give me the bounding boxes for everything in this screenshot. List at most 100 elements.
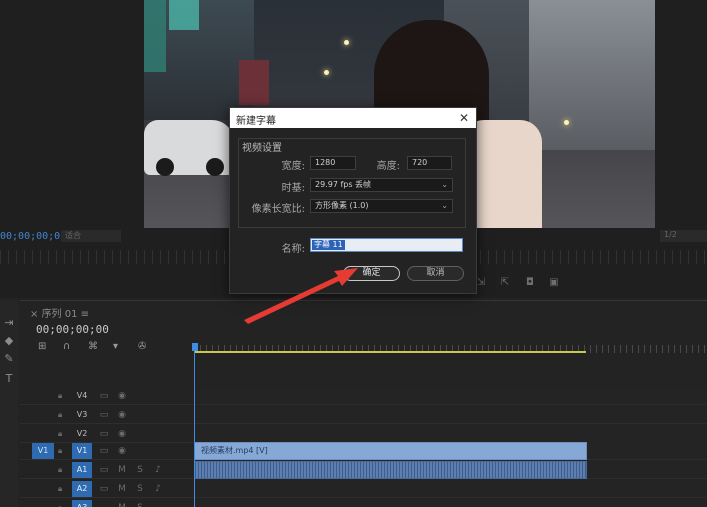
ripple-edit-icon[interactable]: ⇥ [2, 316, 16, 330]
close-icon[interactable]: × [30, 309, 42, 320]
title-name-input[interactable]: 字幕 11 [310, 238, 463, 252]
playhead[interactable] [194, 347, 195, 507]
audio-clip[interactable] [194, 461, 587, 479]
work-area-bar[interactable] [195, 351, 586, 353]
street-light [564, 120, 569, 125]
clip-label: 视频素材.mp4 [V] [201, 446, 268, 455]
track-target-v4[interactable]: V4 [72, 388, 92, 404]
track-target-a3[interactable]: A3 [72, 500, 92, 507]
green-sign [144, 0, 166, 72]
name-label: 名称: [281, 244, 305, 255]
monitor-timecode[interactable]: 00;00;00;00 [0, 231, 66, 242]
track-header-a3: 🔒︎ A3 M S [20, 499, 193, 507]
sync-lock-icon[interactable]: ▭ [98, 483, 110, 495]
sync-lock-icon[interactable]: ▭ [98, 464, 110, 476]
sync-lock-icon[interactable]: ▭ [98, 445, 110, 457]
red-storefront [239, 60, 269, 105]
dialog-title: 新建字幕 [236, 116, 276, 127]
track-header-v4: 🔒︎ V4 ▭ ◉ [20, 387, 193, 405]
wrench-icon[interactable]: ✇ [138, 341, 154, 352]
selected-text: 字幕 11 [312, 240, 345, 250]
track-header-v1: V1 🔒︎ V1 ▭ ◉ [20, 442, 193, 460]
source-patch-v1[interactable]: V1 [32, 443, 54, 459]
mic-icon[interactable]: ♪ [152, 483, 164, 495]
solo-icon[interactable]: S [134, 464, 146, 476]
solo-icon[interactable]: S [134, 502, 146, 507]
mic-icon[interactable]: ♪ [152, 464, 164, 476]
track-target-v2[interactable]: V2 [72, 426, 92, 442]
mute-icon[interactable]: M [116, 464, 128, 476]
street-light [344, 40, 349, 45]
overwrite-icon[interactable]: ⇱ [498, 277, 512, 289]
height-field[interactable]: 720 [407, 156, 452, 170]
track-target-a1[interactable]: A1 [72, 462, 92, 478]
eye-icon[interactable]: ◉ [116, 428, 128, 440]
cancel-button[interactable]: 取消 [407, 266, 464, 281]
pen-icon[interactable]: ✎ [2, 352, 16, 366]
track-target-a2[interactable]: A2 [72, 481, 92, 497]
type-tool-icon[interactable]: T [2, 372, 16, 386]
track-a3[interactable] [194, 499, 707, 507]
wheel [156, 158, 174, 176]
track-target-v1[interactable]: V1 [72, 443, 92, 459]
snap-icon[interactable]: ∩ [63, 341, 79, 352]
linked-selection-icon[interactable]: ⌘ [88, 341, 104, 352]
tools-panel: ⇥ ◆ ✎ T [0, 300, 18, 507]
track-header-v2: 🔒︎ V2 ▭ ◉ [20, 425, 193, 443]
mute-icon[interactable]: M [116, 483, 128, 495]
video-settings-heading: 视频设置 [240, 139, 284, 154]
button-editor-icon[interactable]: ▣ [547, 277, 561, 289]
track-v2[interactable] [194, 425, 707, 443]
eye-icon[interactable]: ◉ [116, 409, 128, 421]
lock-icon[interactable]: 🔒︎ [58, 390, 70, 402]
video-clip[interactable]: 视频素材.mp4 [V] [194, 442, 587, 460]
timebase-value: 29.97 fps 丢帧 [315, 180, 372, 189]
track-v4[interactable] [194, 387, 707, 405]
eye-icon[interactable]: ◉ [116, 445, 128, 457]
wheel [206, 158, 224, 176]
timebase-label: 时基: [281, 183, 305, 194]
dialog-titlebar: 新建字幕 ✕ [230, 108, 476, 128]
track-header-a1: 🔒︎ A1 ▭ M S ♪ [20, 461, 193, 479]
close-icon[interactable]: ✕ [457, 110, 471, 126]
playhead-handle[interactable] [192, 343, 198, 351]
solo-icon[interactable]: S [134, 483, 146, 495]
razor-icon[interactable]: ◆ [2, 334, 16, 348]
track-a2[interactable] [194, 480, 707, 498]
mute-icon[interactable]: M [116, 502, 128, 507]
lock-icon[interactable]: 🔒︎ [58, 502, 70, 507]
width-field[interactable]: 1280 [310, 156, 356, 170]
tab-sequence[interactable]: × 序列 01 ≡ [30, 305, 89, 320]
timebase-dropdown[interactable]: 29.97 fps 丢帧 ⌄ [310, 178, 453, 192]
resolution-dropdown[interactable]: 1/2 [660, 230, 707, 242]
street-light [324, 70, 329, 75]
track-v3[interactable] [194, 406, 707, 424]
pixel-aspect-dropdown[interactable]: 方形像素 (1.0) ⌄ [310, 199, 453, 213]
sync-lock-icon[interactable]: ▭ [98, 409, 110, 421]
timeline-panel: × 序列 01 ≡ 00;00;00;00 ⊞ ∩ ⌘ ▾ ✇ 🔒︎ V4 ▭ ◉ 🔒︎… [20, 300, 707, 507]
menu-icon[interactable]: ≡ [81, 309, 89, 320]
lock-icon[interactable]: 🔒︎ [58, 445, 70, 457]
pixel-aspect-value: 方形像素 (1.0) [315, 201, 369, 210]
nest-icon[interactable]: ⊞ [38, 341, 54, 352]
pixel-aspect-label: 像素长宽比: [251, 204, 305, 215]
lock-icon[interactable]: 🔒︎ [58, 483, 70, 495]
sequence-timecode[interactable]: 00;00;00;00 [36, 323, 109, 336]
track-target-v3[interactable]: V3 [72, 407, 92, 423]
lock-icon[interactable]: 🔒︎ [58, 428, 70, 440]
premiere-window: 00;00;00;00 适合 1/2 ⇲ ⇱ ◘ ▣ ⇥ ◆ ✎ T × 序列 … [0, 0, 707, 507]
sync-lock-icon[interactable]: ▭ [98, 390, 110, 402]
lock-icon[interactable]: 🔒︎ [58, 409, 70, 421]
white-car [144, 120, 234, 176]
marker-icon[interactable]: ▾ [113, 341, 129, 352]
chevron-down-icon: ⌄ [441, 201, 448, 210]
building-right [529, 0, 655, 150]
camera-icon[interactable]: ◘ [523, 277, 537, 289]
fit-dropdown[interactable]: 适合 [61, 230, 121, 242]
arrow-shape [244, 268, 358, 324]
eye-icon[interactable]: ◉ [116, 390, 128, 402]
sync-lock-icon[interactable]: ▭ [98, 428, 110, 440]
lock-icon[interactable]: 🔒︎ [58, 464, 70, 476]
cyan-sign [169, 0, 199, 30]
chevron-down-icon: ⌄ [441, 180, 448, 189]
